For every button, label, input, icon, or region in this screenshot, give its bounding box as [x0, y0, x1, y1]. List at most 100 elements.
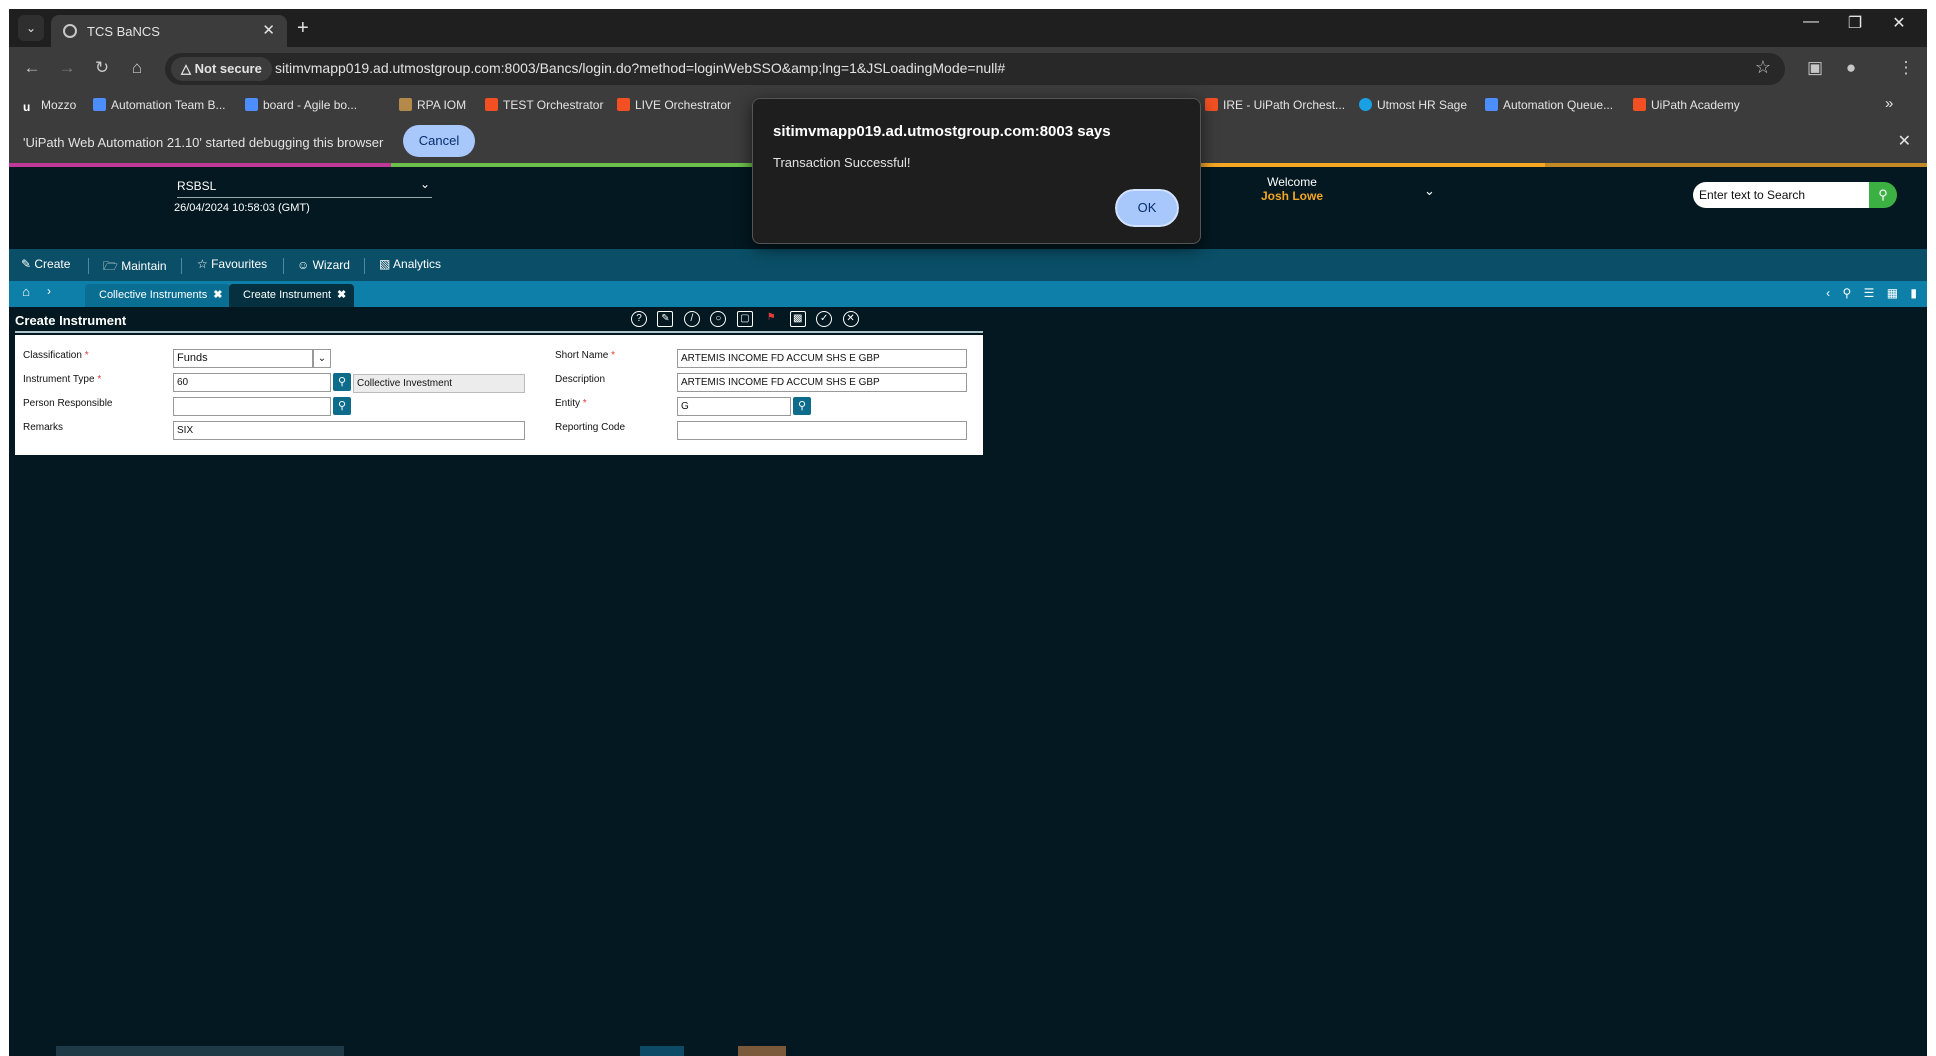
person-responsible-lookup-icon[interactable]: ⚲ [333, 397, 351, 415]
browser-toolbar: ← → ↻ ⌂ △ Not secure sitimvmapp019.ad.ut… [9, 47, 1927, 91]
profile-icon[interactable]: ● [1840, 58, 1862, 78]
reload-icon[interactable]: ↻ [91, 58, 113, 78]
submit-icon[interactable]: ✓ [816, 311, 833, 327]
person-responsible-input[interactable] [173, 397, 331, 416]
tab-close-button[interactable]: ✕ [262, 21, 275, 39]
bookmarks-overflow-button[interactable]: » [1885, 95, 1893, 112]
entity-label: Entity * [555, 398, 587, 409]
welcome-label: Welcome [1267, 175, 1317, 189]
grid-icon[interactable]: ▦ [1887, 286, 1898, 300]
clear-icon[interactable]: / [683, 311, 700, 327]
instrument-type-description: Collective Investment [353, 374, 525, 393]
remarks-input[interactable]: SIX [173, 421, 525, 440]
tab-collective-instruments[interactable]: Collective Instruments ✖ [85, 284, 231, 307]
cancel-debug-button[interactable]: Cancel [403, 125, 475, 157]
search-icon[interactable]: ⚲ [1869, 182, 1897, 208]
bookmark-item[interactable]: RPA IOM [399, 98, 466, 112]
form-action-icons: ? ✎ / ○ ▢ ⚑ ▩ ✓ ✕ [631, 311, 865, 329]
instrument-type-lookup-icon[interactable]: ⚲ [333, 373, 351, 391]
browser-window: ⌄ TCS BaNCS ✕ + — ❐ ✕ ← → ↻ ⌂ △ Not secu… [9, 9, 1927, 1056]
arrow-left-icon[interactable]: ← [21, 58, 43, 78]
tab-list-button[interactable]: ⌄ [18, 15, 44, 41]
bank-selector[interactable]: RSBSL [177, 179, 432, 198]
infobar-close-button[interactable]: ✕ [1898, 131, 1911, 151]
menu-create[interactable]: ✎ Create [21, 257, 70, 271]
user-menu-chevron-icon[interactable]: ⌄ [1424, 183, 1435, 199]
bookmark-icon[interactable]: ▮ [1910, 286, 1917, 300]
cancel-icon[interactable]: ✕ [842, 311, 859, 327]
person-responsible-label: Person Responsible [23, 398, 113, 409]
restore-button[interactable]: ❐ [1835, 13, 1875, 33]
help-icon[interactable]: ? [631, 311, 647, 327]
reporting-code-input[interactable] [677, 421, 967, 440]
list-icon[interactable]: ☰ [1864, 286, 1875, 300]
user-name: Josh Lowe [1260, 189, 1323, 203]
ok-button[interactable]: OK [1113, 187, 1181, 229]
save-icon[interactable]: ▩ [789, 311, 806, 327]
url-text[interactable]: sitimvmapp019.ad.utmostgroup.com:8003/Ba… [275, 60, 1005, 76]
bookmark-item[interactable]: UiPath Academy [1633, 98, 1740, 112]
entity-input[interactable]: G [677, 397, 791, 416]
description-label: Description [555, 374, 606, 385]
bookmark-item[interactable]: Automation Team B... [93, 98, 226, 112]
instrument-type-label: Instrument Type * [23, 374, 102, 385]
chevron-right-icon[interactable]: › [47, 284, 51, 298]
app-tab-bar: ⌂ › Collective Instruments ✖ Create Instr… [9, 281, 1927, 307]
chevron-down-icon[interactable]: ⌄ [313, 349, 331, 368]
short-name-label: Short Name * [555, 350, 616, 361]
menu-wizard[interactable]: ☺ Wizard [297, 258, 350, 272]
create-instrument-form: Create Instrument ? ✎ / ○ ▢ ⚑ ▩ ✓ ✕ Clas… [15, 307, 983, 455]
page-content: RSBSL ⌄ 26/04/2024 10:58:03 (GMT) Welcom… [9, 163, 1927, 1056]
warning-icon: △ [181, 61, 191, 76]
extensions-icon[interactable]: ▣ [1804, 58, 1826, 78]
page-title: Create Instrument [15, 313, 127, 328]
tab-create-instrument[interactable]: Create Instrument ✖ [229, 284, 355, 307]
address-bar[interactable]: △ Not secure sitimvmapp019.ad.utmostgrou… [165, 53, 1785, 85]
classification-select[interactable]: Funds [173, 349, 313, 368]
home-icon[interactable]: ⌂ [15, 284, 37, 304]
bookmark-item[interactable]: LIVE Orchestrator [617, 98, 731, 112]
menu-analytics[interactable]: ▧ Analytics [379, 257, 441, 271]
close-window-button[interactable]: ✕ [1879, 13, 1919, 33]
reporting-code-label: Reporting Code [555, 422, 626, 433]
star-icon[interactable]: ☆ [1755, 57, 1771, 78]
search-input[interactable]: Enter text to Search [1693, 182, 1869, 208]
menu-maintain[interactable]: 🗁 Maintain [103, 257, 167, 278]
taskbar-item [738, 1046, 786, 1056]
copy-icon[interactable]: ○ [710, 311, 727, 327]
tab-toolbar-icons: ‹ ⚲ ☰ ▦ ▮ [1817, 286, 1917, 300]
bookmark-item[interactable]: board - Agile bo... [245, 98, 357, 112]
security-chip[interactable]: △ Not secure [171, 57, 272, 81]
description-input[interactable]: ARTEMIS INCOME FD ACCUM SHS E GBP [677, 373, 967, 392]
bookmark-item[interactable]: u Mozzo [23, 98, 76, 114]
close-icon: ✖ [337, 289, 347, 301]
short-name-input[interactable]: ARTEMIS INCOME FD ACCUM SHS E GBP [677, 349, 967, 368]
search-icon[interactable]: ⚲ [1842, 286, 1851, 300]
duplicate-icon[interactable]: ▢ [736, 311, 753, 327]
close-icon: ✖ [213, 289, 223, 301]
arrow-right-icon[interactable]: → [56, 58, 78, 78]
chevron-down-icon[interactable]: ⌄ [420, 177, 430, 191]
bookmark-item[interactable]: Automation Queue... [1485, 98, 1613, 112]
title-underline [15, 331, 983, 333]
edit-icon[interactable]: ✎ [657, 311, 674, 327]
instrument-type-input[interactable]: 60 [173, 373, 331, 392]
new-tab-button[interactable]: + [297, 17, 309, 40]
bookmark-item[interactable]: Utmost HR Sage [1359, 98, 1467, 112]
entity-lookup-icon[interactable]: ⚲ [793, 397, 811, 415]
globe-icon [63, 24, 77, 38]
pin-icon[interactable]: ⚑ [763, 311, 779, 327]
minimize-button[interactable]: — [1791, 13, 1831, 31]
tab-strip: ⌄ TCS BaNCS ✕ + — ❐ ✕ [9, 9, 1927, 47]
alert-dialog: sitimvmapp019.ad.utmostgroup.com:8003 sa… [752, 98, 1201, 244]
bookmark-item[interactable]: TEST Orchestrator [485, 98, 603, 112]
browser-tab[interactable]: TCS BaNCS ✕ [51, 15, 287, 47]
main-menu: ✎ Create 🗁 Maintain ☆ Favourites ☺ Wizar… [9, 249, 1927, 281]
home-icon[interactable]: ⌂ [126, 58, 148, 78]
dialog-message: Transaction Successful! [773, 155, 911, 170]
menu-favourites[interactable]: ☆ Favourites [197, 257, 267, 271]
taskbar-item [56, 1046, 344, 1056]
bookmark-item[interactable]: IRE - UiPath Orchest... [1205, 98, 1345, 112]
chevron-left-icon[interactable]: ‹ [1826, 286, 1830, 300]
menu-icon[interactable]: ⋮ [1895, 58, 1917, 78]
